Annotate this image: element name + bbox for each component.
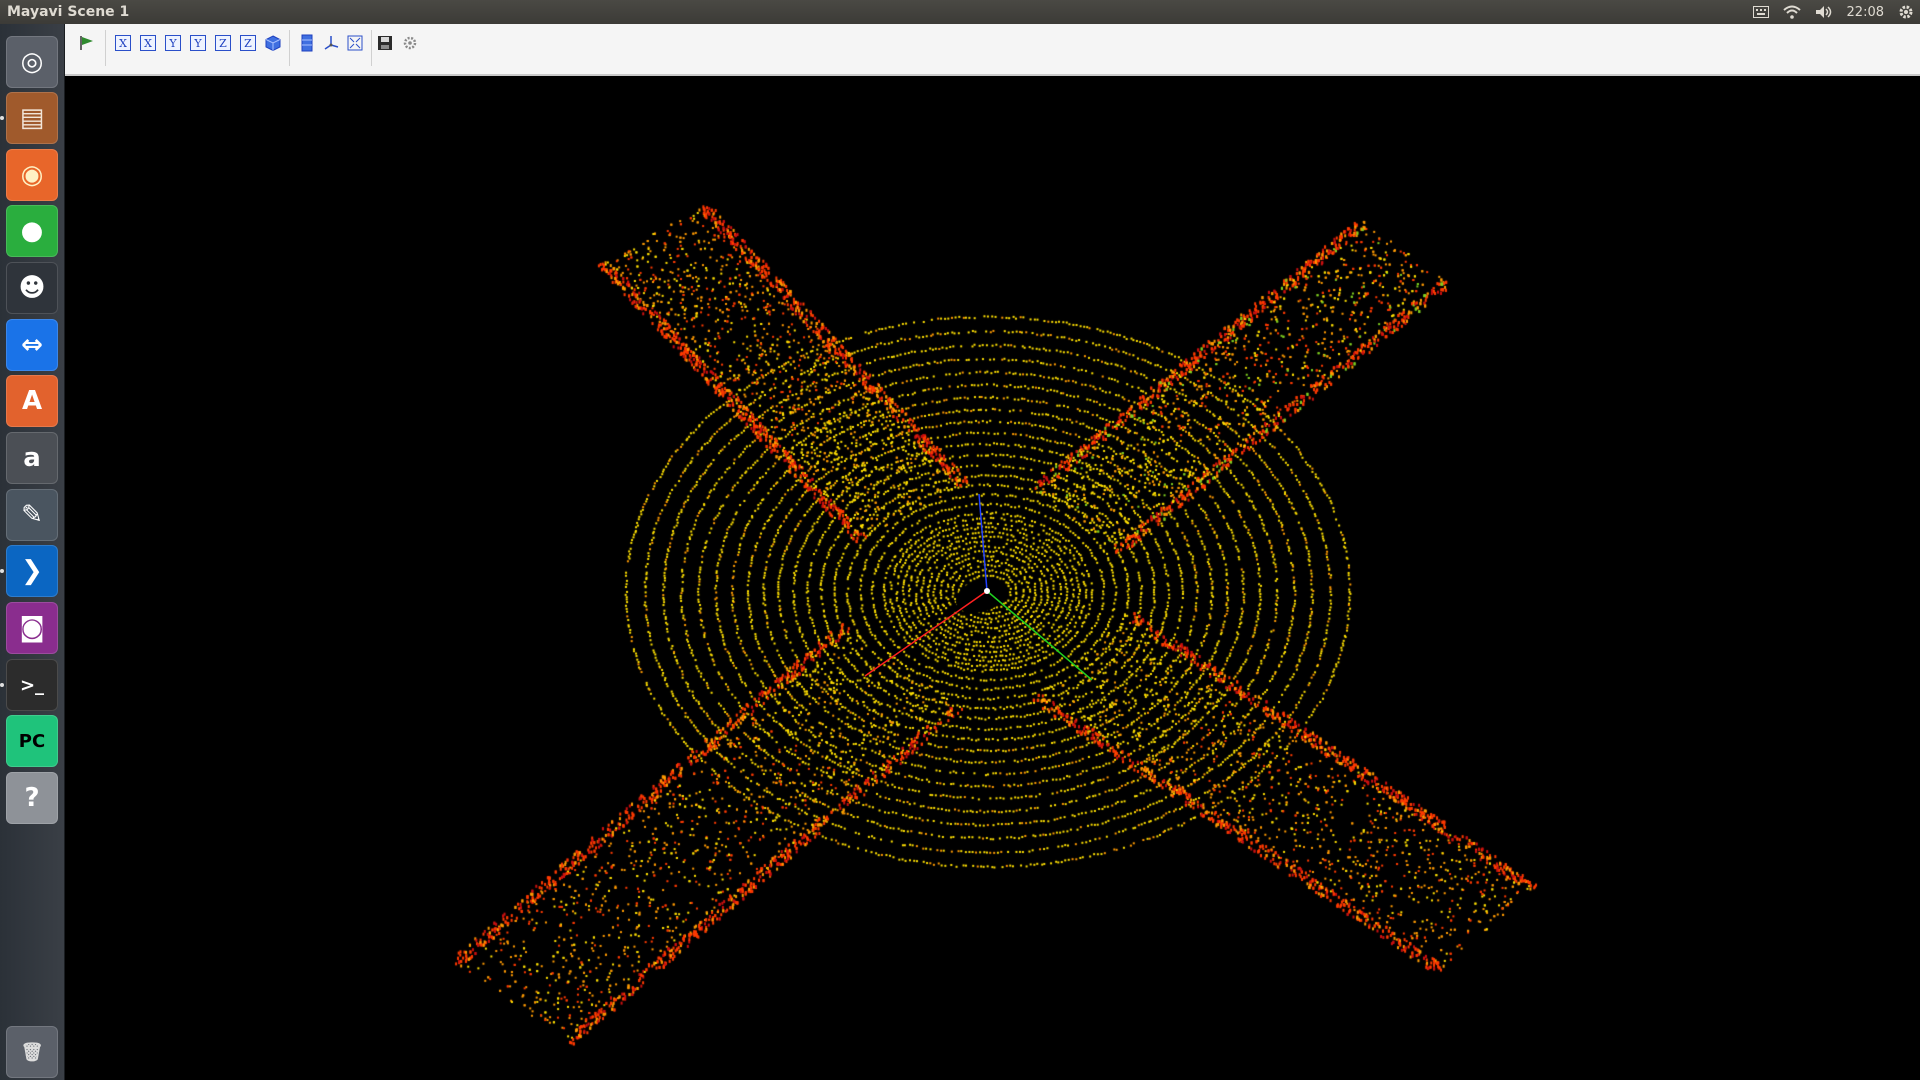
keyboard-icon[interactable]: [1752, 6, 1769, 18]
view-z-minus-label: Z: [215, 35, 231, 51]
save-icon: [378, 36, 392, 50]
z-axis-line: [978, 493, 988, 592]
view-x-plus-label: X: [140, 35, 156, 51]
scene-toolbar: X X Y Y Z Z: [65, 24, 1920, 76]
scene-axes: [864, 493, 1093, 681]
configure-scene-button[interactable]: [400, 33, 420, 53]
full-screen-icon: [347, 35, 363, 51]
vscode-icon[interactable]: ❯: [6, 545, 58, 597]
clock[interactable]: 22:08: [1847, 5, 1884, 20]
wechat-icon[interactable]: ●: [6, 205, 58, 257]
isometric-cube-icon: [265, 35, 281, 52]
terminal-glyph: >_: [19, 674, 45, 696]
amazon-glyph: a: [23, 443, 41, 473]
wifi-icon[interactable]: [1782, 5, 1801, 19]
dash-home-glyph: ◎: [20, 47, 44, 77]
axes-origin: [984, 588, 990, 594]
view-x-plus-button[interactable]: X: [138, 33, 158, 53]
axes-icon: [324, 36, 339, 50]
top-panel: Mayavi Scene 1 22:08: [0, 0, 1920, 24]
qq-glyph: ☻: [18, 273, 46, 303]
files-glyph: ▤: [19, 103, 45, 133]
qq-icon[interactable]: ☻: [6, 262, 58, 314]
parallel-projection-icon: [301, 34, 313, 52]
view-x-minus-label: X: [115, 35, 131, 51]
pycharm-icon[interactable]: PC: [6, 715, 58, 767]
vscode-glyph: ❯: [21, 556, 43, 586]
help-glyph: ?: [24, 783, 40, 813]
parallel-projection-button[interactable]: [297, 33, 317, 53]
trash-icon[interactable]: 🗑: [6, 1026, 58, 1078]
trash-glyph: 🗑: [20, 1041, 44, 1063]
firefox-glyph: ◉: [20, 160, 44, 190]
terminal-icon[interactable]: >_: [6, 659, 58, 711]
window-title: Mayavi Scene 1: [7, 4, 130, 20]
full-screen-button[interactable]: [345, 33, 365, 53]
software-center-glyph: A: [21, 386, 43, 416]
toolbar-separator: [289, 30, 290, 66]
system-settings-icon[interactable]: ✎: [6, 489, 58, 541]
view-y-plus-label: Y: [190, 35, 206, 51]
view-x-minus-button[interactable]: X: [113, 33, 133, 53]
toggle-axes-button[interactable]: [321, 33, 341, 53]
launcher: ◎ ▤ ◉ ● ☻ ⇔ Aa ✎ ❯ ◙ >_ PC? 🗑: [0, 24, 65, 1080]
pycharm-glyph: PC: [18, 730, 46, 752]
toolbar-separator: [105, 30, 106, 66]
panel-indicators: 22:08: [1752, 0, 1914, 24]
pipeline-icon[interactable]: [77, 33, 97, 53]
files-icon[interactable]: ▤: [6, 92, 58, 144]
software-center-icon[interactable]: A: [6, 375, 58, 427]
view-y-plus-button[interactable]: Y: [188, 33, 208, 53]
teamviewer-glyph: ⇔: [21, 330, 43, 360]
3d-scene-viewport[interactable]: [65, 76, 1920, 1080]
view-z-plus-label: Z: [240, 35, 256, 51]
running-indicator: [0, 683, 4, 687]
toolbar-separator: [371, 30, 372, 66]
view-y-minus-label: Y: [165, 35, 181, 51]
dash-home-icon[interactable]: ◎: [6, 36, 58, 88]
system-settings-glyph: ✎: [21, 500, 43, 530]
running-indicator: [0, 569, 4, 573]
y-axis-line: [986, 590, 1093, 681]
view-z-plus-button[interactable]: Z: [238, 33, 258, 53]
amazon-icon[interactable]: a: [6, 432, 58, 484]
volume-icon[interactable]: [1815, 5, 1833, 19]
firefox-icon[interactable]: ◉: [6, 149, 58, 201]
configure-gear-icon: [403, 36, 417, 50]
teamviewer-icon[interactable]: ⇔: [6, 319, 58, 371]
cheese-camera-icon[interactable]: ◙: [6, 602, 58, 654]
running-indicator: [0, 116, 4, 120]
wechat-glyph: ●: [20, 216, 44, 246]
view-z-minus-button[interactable]: Z: [213, 33, 233, 53]
settings-gear-icon[interactable]: [1898, 4, 1914, 20]
cheese-camera-glyph: ◙: [19, 613, 45, 643]
isometric-view-button[interactable]: [263, 33, 283, 53]
view-y-minus-button[interactable]: Y: [163, 33, 183, 53]
help-icon[interactable]: ?: [6, 772, 58, 824]
x-axis-line: [864, 590, 988, 677]
save-scene-button[interactable]: [375, 33, 395, 53]
